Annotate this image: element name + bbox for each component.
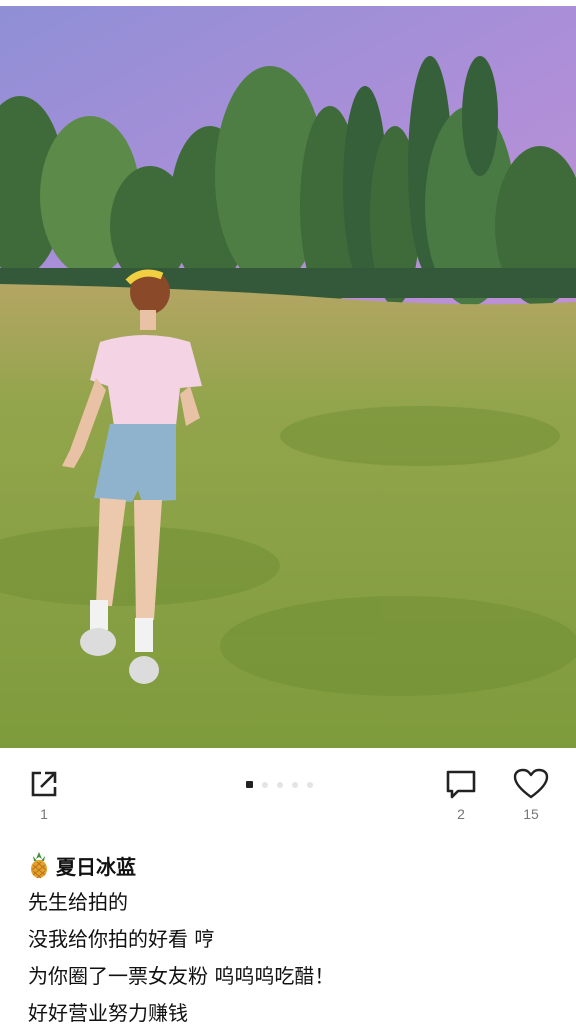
like-count: 15 — [523, 806, 539, 822]
caption-line: 为你圈了一票女友粉 呜呜呜吃醋！ — [28, 964, 335, 988]
caption-line: 好好营业努力赚钱 — [28, 1001, 188, 1025]
carousel-dot[interactable] — [292, 781, 298, 788]
author-name[interactable]: 夏日冰蓝 — [56, 851, 136, 880]
photo-illustration — [0, 6, 576, 748]
comment-icon — [431, 768, 491, 800]
action-bar: 1 2 15 — [0, 760, 576, 830]
caption-text: 先生给拍的 没我给你拍的好看 哼 为你圈了一票女友粉 呜呜呜吃醋！ 好好营业努力… — [28, 884, 558, 1032]
caption-line: 没我给你拍的好看 哼 — [28, 927, 215, 951]
post-caption: 夏日冰蓝 先生给拍的 没我给你拍的好看 哼 为你圈了一票女友粉 呜呜呜吃醋！ 好… — [28, 850, 558, 1032]
carousel-dot[interactable] — [307, 781, 313, 788]
author-row: 夏日冰蓝 — [28, 850, 558, 880]
post-photo[interactable] — [0, 6, 576, 748]
like-button[interactable]: 15 — [501, 768, 561, 822]
comment-button[interactable]: 2 — [431, 768, 491, 822]
pineapple-icon — [28, 851, 50, 879]
heart-icon — [501, 768, 561, 800]
carousel-dot[interactable] — [277, 781, 283, 788]
share-button[interactable]: 1 — [14, 768, 74, 822]
carousel-indicator — [246, 781, 313, 788]
carousel-dot[interactable] — [262, 781, 268, 788]
carousel-dot[interactable] — [246, 781, 253, 788]
caption-line: 先生给拍的 — [28, 890, 128, 914]
comment-count: 2 — [457, 806, 465, 822]
share-count: 1 — [40, 806, 48, 822]
share-icon — [14, 768, 74, 800]
